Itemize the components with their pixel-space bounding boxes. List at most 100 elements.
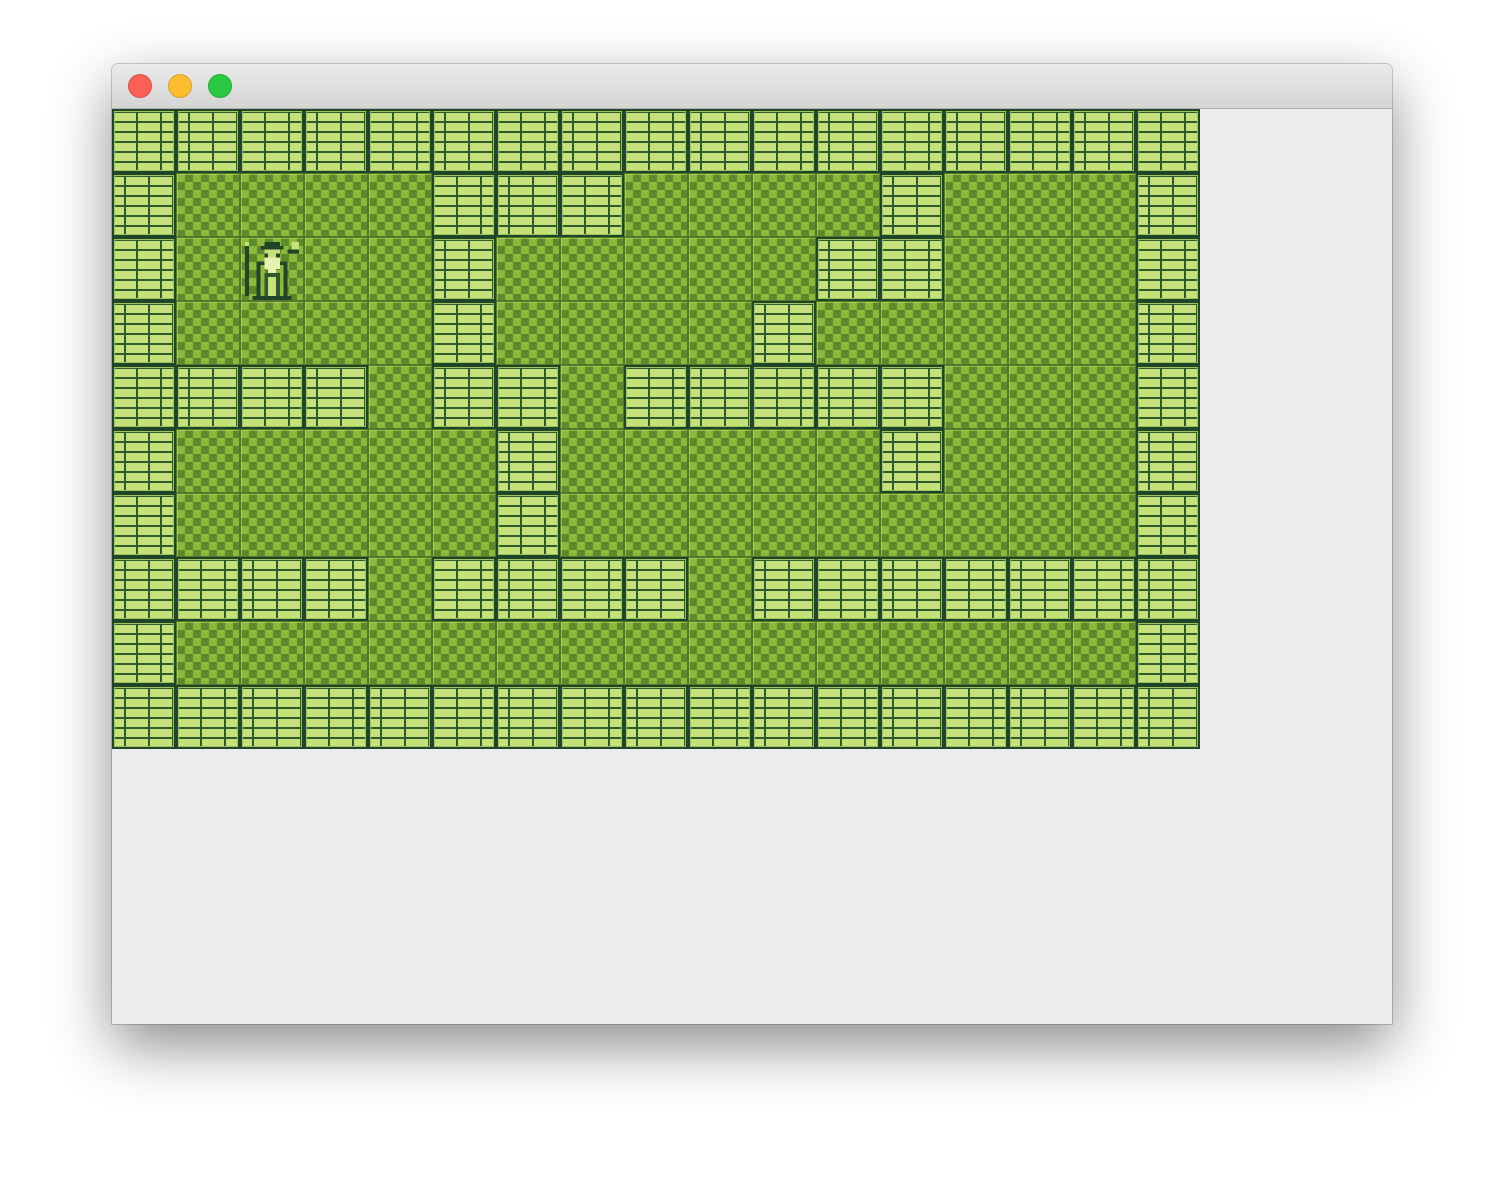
wall-tile xyxy=(624,557,688,621)
wall-tile xyxy=(1136,237,1200,301)
floor-tile xyxy=(304,173,368,237)
floor-tile xyxy=(496,237,560,301)
wall-tile xyxy=(176,685,240,749)
game-canvas[interactable] xyxy=(112,109,1392,1024)
floor-tile xyxy=(624,237,688,301)
floor-tile xyxy=(1008,173,1072,237)
wall-tile xyxy=(752,685,816,749)
floor-tile xyxy=(688,301,752,365)
wall-tile xyxy=(752,365,816,429)
wall-tile xyxy=(112,685,176,749)
wall-tile xyxy=(368,109,432,173)
floor-tile xyxy=(816,429,880,493)
floor-tile xyxy=(944,621,1008,685)
floor-tile xyxy=(1008,237,1072,301)
wall-tile xyxy=(944,109,1008,173)
zoom-button[interactable] xyxy=(208,74,232,98)
floor-tile xyxy=(176,237,240,301)
floor-tile xyxy=(432,621,496,685)
close-button[interactable] xyxy=(128,74,152,98)
wall-tile xyxy=(496,173,560,237)
wall-tile xyxy=(496,109,560,173)
minimize-button[interactable] xyxy=(168,74,192,98)
wall-tile xyxy=(560,109,624,173)
floor-tile xyxy=(624,621,688,685)
wall-tile xyxy=(176,557,240,621)
wall-tile xyxy=(752,557,816,621)
wall-tile xyxy=(176,365,240,429)
wall-tile xyxy=(432,173,496,237)
wall-tile xyxy=(1136,557,1200,621)
wall-tile xyxy=(1136,301,1200,365)
wall-tile xyxy=(112,621,176,685)
floor-tile xyxy=(560,493,624,557)
floor-tile xyxy=(176,429,240,493)
floor-tile xyxy=(1072,493,1136,557)
floor-tile xyxy=(560,429,624,493)
floor-tile xyxy=(880,621,944,685)
wall-tile xyxy=(944,685,1008,749)
wall-tile xyxy=(1136,493,1200,557)
wall-tile xyxy=(1136,429,1200,493)
floor-tile xyxy=(752,429,816,493)
floor-tile xyxy=(1008,493,1072,557)
floor-tile xyxy=(688,621,752,685)
floor-tile xyxy=(880,301,944,365)
floor-tile xyxy=(304,621,368,685)
floor-tile xyxy=(624,301,688,365)
floor-tile xyxy=(368,237,432,301)
floor-tile xyxy=(816,301,880,365)
floor-tile xyxy=(432,493,496,557)
floor-tile xyxy=(368,493,432,557)
floor-tile xyxy=(368,557,432,621)
floor-tile xyxy=(496,621,560,685)
floor-tile xyxy=(688,493,752,557)
floor-tile xyxy=(368,429,432,493)
wall-tile xyxy=(1136,173,1200,237)
wizard-icon xyxy=(244,241,300,300)
floor-tile xyxy=(752,621,816,685)
wall-tile xyxy=(112,237,176,301)
wall-tile xyxy=(560,173,624,237)
wall-tile xyxy=(816,365,880,429)
wall-tile xyxy=(1008,685,1072,749)
floor-tile xyxy=(176,621,240,685)
wall-tile xyxy=(304,109,368,173)
floor-tile xyxy=(624,429,688,493)
wall-tile xyxy=(688,109,752,173)
wall-tile xyxy=(1008,557,1072,621)
floor-tile xyxy=(688,429,752,493)
floor-tile xyxy=(752,493,816,557)
title-bar[interactable] xyxy=(112,64,1392,109)
floor-tile xyxy=(880,493,944,557)
floor-tile xyxy=(240,429,304,493)
wall-tile xyxy=(1136,109,1200,173)
wall-tile xyxy=(496,365,560,429)
wall-tile xyxy=(880,429,944,493)
wall-tile xyxy=(880,173,944,237)
floor-tile xyxy=(1008,429,1072,493)
wall-tile xyxy=(752,301,816,365)
floor-tile xyxy=(1008,621,1072,685)
floor-tile xyxy=(1072,301,1136,365)
wall-tile xyxy=(240,365,304,429)
floor-tile xyxy=(304,301,368,365)
floor-tile xyxy=(368,173,432,237)
floor-tile xyxy=(944,301,1008,365)
floor-tile xyxy=(560,237,624,301)
floor-tile xyxy=(240,621,304,685)
wall-tile xyxy=(560,557,624,621)
floor-tile xyxy=(944,493,1008,557)
wall-tile xyxy=(432,365,496,429)
wall-tile xyxy=(304,557,368,621)
wall-tile xyxy=(688,685,752,749)
wall-tile xyxy=(1072,685,1136,749)
floor-tile xyxy=(752,237,816,301)
wall-tile xyxy=(880,365,944,429)
floor-tile xyxy=(560,621,624,685)
floor-tile xyxy=(688,237,752,301)
wall-tile xyxy=(816,109,880,173)
floor-tile xyxy=(368,621,432,685)
game-board[interactable] xyxy=(112,109,1200,749)
app-window xyxy=(112,64,1392,1024)
